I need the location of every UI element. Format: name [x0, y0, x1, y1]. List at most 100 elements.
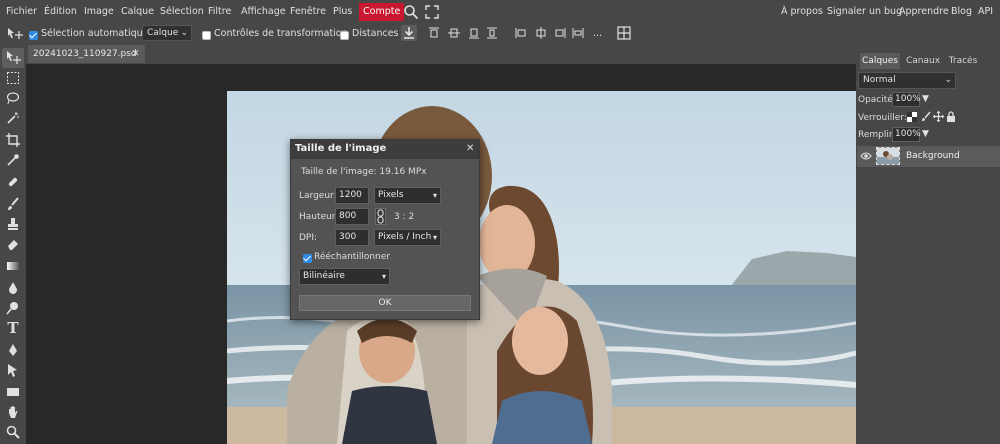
chain-link-icon[interactable] [375, 208, 386, 225]
chevron-down-icon: ▾ [381, 272, 386, 281]
width-unit-select[interactable]: Pixels ▾ [374, 187, 441, 204]
link-signaler-bug[interactable]: Signaler un bug [827, 3, 902, 21]
brush-tool-icon[interactable] [2, 194, 24, 214]
align-top-icon[interactable] [427, 26, 441, 43]
dpi-label: DPI: [299, 233, 318, 243]
dialog-title: Taille de l'image [295, 143, 387, 154]
tab-canaux[interactable]: Canaux [904, 53, 942, 69]
align-bottom-icon[interactable] [467, 26, 481, 43]
target-select[interactable]: Calque ⌄ [142, 25, 192, 41]
dpi-unit-value: Pixels / Inch [378, 232, 432, 242]
distribute-h-icon[interactable] [571, 26, 585, 43]
lasso-tool-icon[interactable] [2, 88, 24, 108]
move-tool-icon[interactable] [2, 48, 24, 68]
download-icon[interactable] [401, 25, 417, 41]
menu-selection[interactable]: Sélection [160, 3, 204, 21]
ok-button[interactable]: OK [299, 295, 471, 311]
height-label: Hauteur: [299, 212, 339, 222]
type-tool-icon[interactable]: T [2, 318, 24, 338]
pen-tool-icon[interactable] [2, 340, 24, 360]
blend-mode-select[interactable]: Normal ⌄ [858, 72, 956, 89]
fill-input[interactable]: 100% [892, 127, 921, 142]
fullscreen-icon[interactable] [425, 5, 439, 19]
transform-label: Contrôles de transformation [214, 28, 348, 39]
chevron-down-icon: ▾ [432, 191, 437, 200]
width-input[interactable]: 1200 [335, 187, 369, 204]
gradient-tool-icon[interactable] [2, 256, 24, 276]
blend-mode-value: Normal [863, 75, 896, 85]
move-tool-options-icon [6, 27, 24, 41]
tools-panel: T [0, 44, 26, 444]
eraser-tool-icon[interactable] [2, 234, 24, 254]
align-right-icon[interactable] [553, 26, 567, 43]
close-icon[interactable]: ✕ [466, 143, 474, 154]
opacity-dropdown-icon[interactable]: ▼ [922, 94, 929, 104]
distribute-v-icon[interactable] [485, 26, 499, 43]
menu-compte[interactable]: Compte [359, 3, 405, 21]
transform-checkbox[interactable] [202, 30, 211, 41]
hand-tool-icon[interactable] [2, 402, 24, 422]
menu-bar: Fichier Édition Image Calque Sélection F… [0, 0, 1000, 24]
eye-icon[interactable] [860, 151, 872, 164]
align-hcenter-icon[interactable] [534, 26, 548, 43]
tab-calques[interactable]: Calques [860, 53, 900, 69]
layer-thumbnail [876, 147, 900, 165]
grid-icon[interactable] [617, 26, 631, 43]
lock-all-icon[interactable] [946, 111, 956, 125]
lock-transparency-icon[interactable] [907, 112, 917, 125]
lock-move-icon[interactable] [933, 111, 944, 125]
resample-method-select[interactable]: Bilinéaire ▾ [299, 268, 390, 285]
search-icon[interactable] [403, 4, 419, 20]
dpi-input[interactable]: 300 [335, 229, 369, 246]
menu-filtre[interactable]: Filtre [208, 3, 231, 21]
dialog-header[interactable]: Taille de l'image ✕ [291, 140, 479, 159]
options-bar: Sélection automatique Calque ⌄ Contrôles … [0, 24, 1000, 44]
menu-image[interactable]: Image [84, 3, 114, 21]
fill-dropdown-icon[interactable]: ▼ [922, 129, 929, 139]
tab-traces[interactable]: Tracés [946, 53, 980, 69]
link-apprendre[interactable]: Apprendre [899, 3, 949, 21]
opacity-input[interactable]: 100% [892, 92, 921, 107]
more-options[interactable]: ... [593, 25, 602, 43]
resample-label: Rééchantillonner [314, 252, 390, 262]
align-vcenter-icon[interactable] [447, 26, 461, 43]
align-left-icon[interactable] [514, 26, 528, 43]
link-blog[interactable]: Blog [951, 3, 972, 21]
height-input[interactable]: 800 [335, 208, 369, 225]
distances-checkbox[interactable] [340, 30, 349, 41]
link-api[interactable]: API [978, 3, 993, 21]
chevron-down-icon: ⌄ [180, 28, 188, 38]
link-a-propos[interactable]: À propos [781, 3, 823, 21]
close-icon[interactable]: ✕ [132, 45, 140, 63]
width-label: Largeur: [299, 191, 337, 201]
eyedropper-icon[interactable] [2, 150, 24, 170]
crop-tool-icon[interactable] [2, 130, 24, 150]
magic-wand-icon[interactable] [2, 108, 24, 128]
menu-fichier[interactable]: Fichier [6, 3, 37, 21]
layer-name: Background [906, 151, 960, 161]
auto-select-checkbox[interactable] [29, 30, 38, 41]
marquee-tool-icon[interactable] [2, 68, 24, 88]
chevron-down-icon: ⌄ [944, 75, 952, 85]
dpi-unit-select[interactable]: Pixels / Inch ▾ [374, 229, 441, 246]
menu-fenetre[interactable]: Fenêtre [290, 3, 326, 21]
zoom-tool-icon[interactable] [2, 422, 24, 442]
lock-paint-icon[interactable] [921, 111, 931, 125]
path-select-icon[interactable] [2, 360, 24, 380]
layer-row[interactable]: Background [857, 146, 1000, 167]
stamp-tool-icon[interactable] [2, 214, 24, 234]
menu-affichage[interactable]: Affichage [241, 3, 286, 21]
lock-label: Verrouiller: [858, 113, 907, 123]
dodge-tool-icon[interactable] [2, 298, 24, 318]
blur-tool-icon[interactable] [2, 278, 24, 298]
menu-calque[interactable]: Calque [121, 3, 154, 21]
document-tab[interactable]: 20241023_110927.psd ✕ [28, 45, 145, 63]
healing-brush-icon[interactable] [2, 172, 24, 192]
menu-edition[interactable]: Édition [44, 3, 77, 21]
distances-label: Distances [352, 28, 399, 39]
auto-select-label: Sélection automatique [41, 28, 149, 39]
resample-method-value: Bilinéaire [303, 271, 345, 281]
resample-checkbox[interactable] [303, 253, 312, 264]
shape-tool-icon[interactable] [2, 382, 24, 402]
menu-plus[interactable]: Plus [333, 3, 352, 21]
